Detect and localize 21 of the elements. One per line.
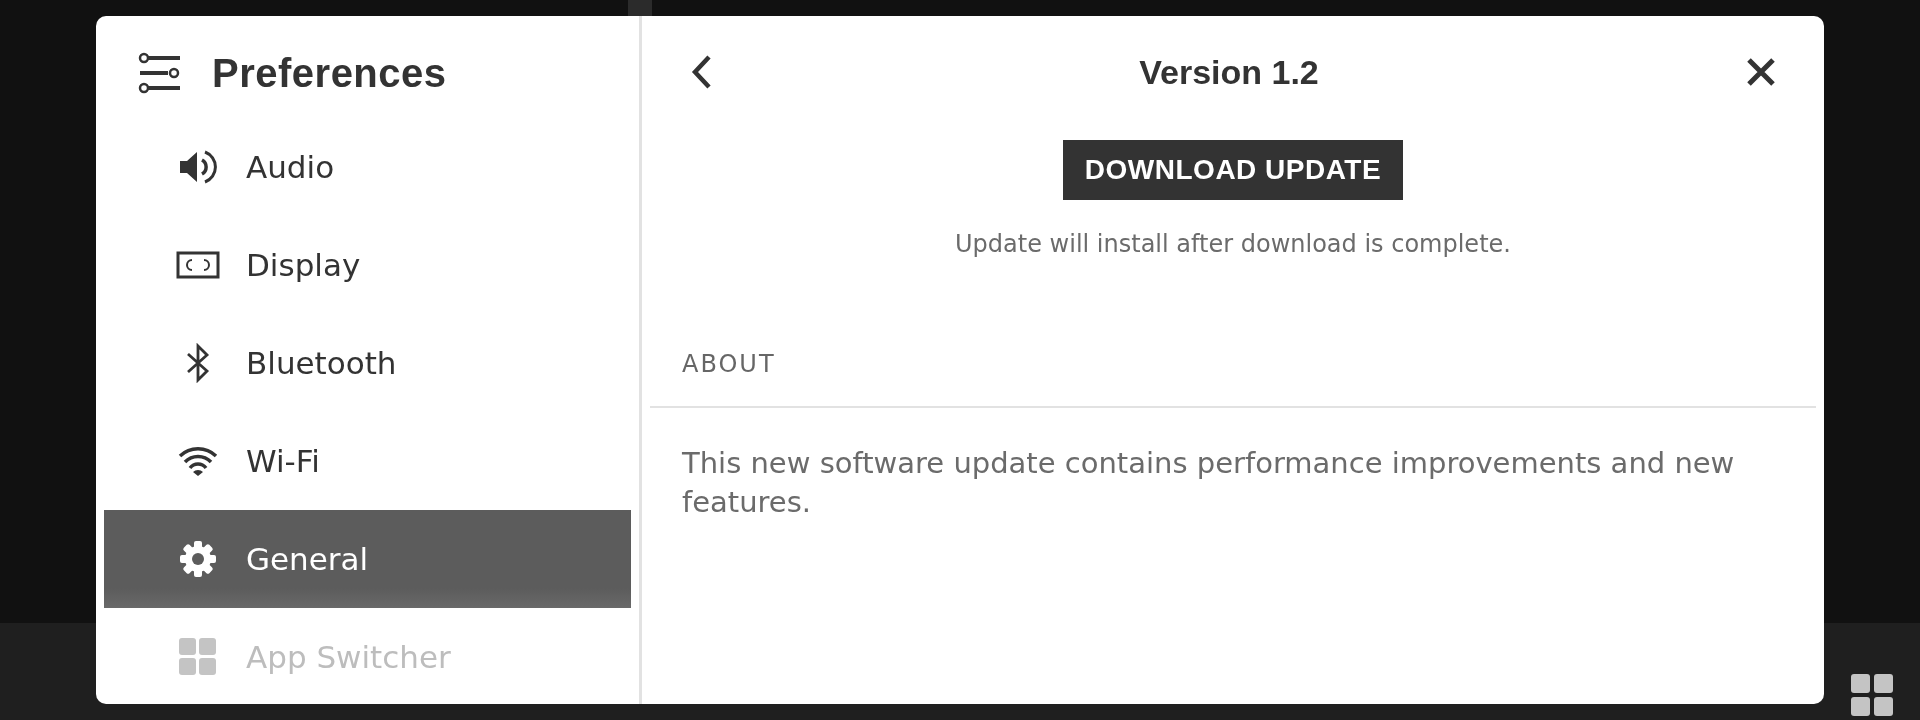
sidebar-title: Preferences [212,50,447,96]
download-update-button[interactable]: DOWNLOAD UPDATE [1062,140,1404,200]
sidebar-item[interactable]: Wi-Fi [104,412,631,510]
section-heading: ABOUT [681,350,777,378]
back-icon[interactable] [690,54,712,90]
speaker-icon [178,149,218,185]
app-grid-icon[interactable] [1851,674,1895,718]
sidebar-item[interactable]: Bluetooth [104,314,631,412]
description-text: This new software update contains performance improvements and new features. [681,445,1736,521]
gear-icon [179,540,217,578]
close-icon[interactable] [1746,57,1776,87]
grid-icon [179,638,217,676]
display-icon [176,251,220,279]
sliders-icon [138,52,182,94]
update-note: Update will install after download is complete. [955,230,1511,258]
sidebar-item[interactable]: Display [104,216,631,314]
wifi-icon [178,446,218,476]
version-title: Version 1.2 [1139,52,1319,92]
top-handle [628,0,652,16]
sidebar-item[interactable]: General [104,510,631,608]
sidebar-item[interactable]: Audio [104,118,631,216]
